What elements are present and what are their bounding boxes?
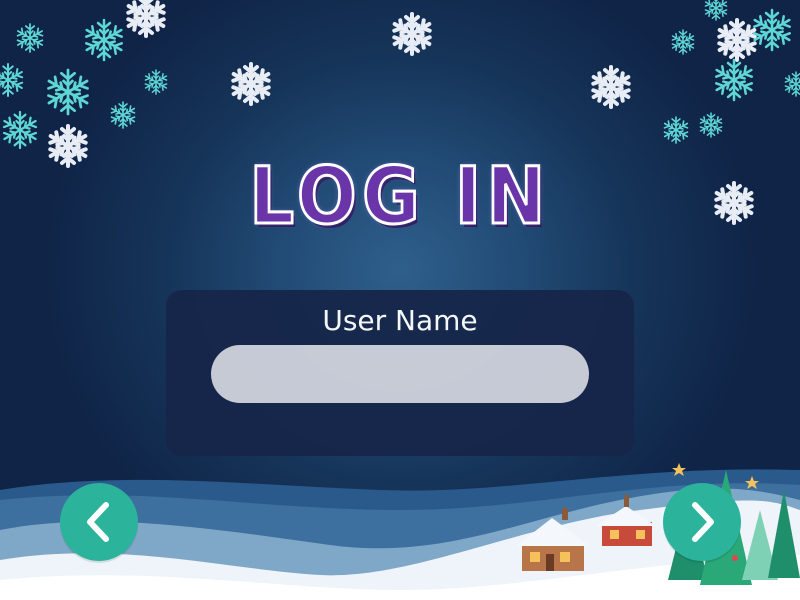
username-input[interactable] (211, 345, 589, 403)
page-title: LOG IN (248, 151, 551, 244)
back-button[interactable] (60, 483, 138, 561)
login-panel: User Name (166, 290, 634, 456)
chevron-right-icon (692, 502, 714, 542)
username-label: User Name (322, 304, 478, 337)
winter-scene-background: LOG IN User Name (0, 0, 800, 600)
next-button[interactable] (663, 483, 741, 561)
chevron-left-icon (87, 502, 109, 542)
